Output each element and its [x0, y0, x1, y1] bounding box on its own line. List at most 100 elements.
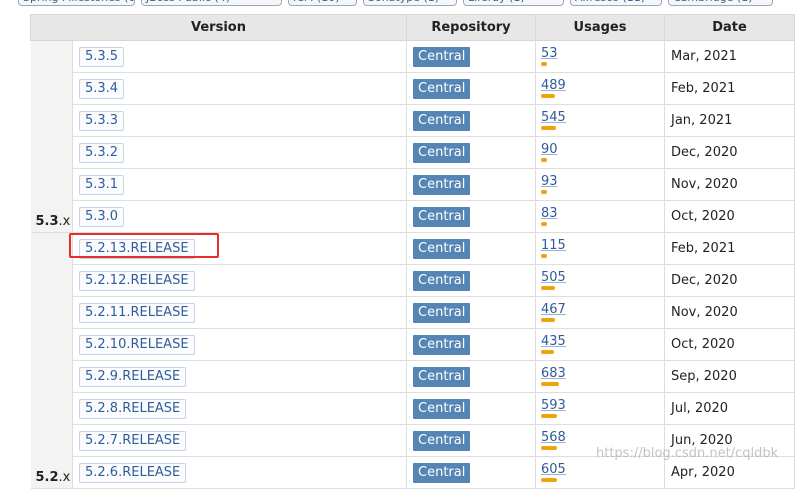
repository-cell: Central [406, 424, 536, 457]
usages-cell: 93 [535, 168, 665, 201]
repository-tab[interactable]: JBoss Public (4) [141, 0, 282, 6]
version-link[interactable]: 5.2.12.RELEASE [79, 270, 195, 291]
repository-cell: Central [406, 136, 536, 169]
version-link[interactable]: 5.2.11.RELEASE [79, 302, 195, 323]
repository-link[interactable]: Central [413, 206, 471, 227]
table-row: 5.2.9.RELEASE Central 683 Sep, 2020 [31, 360, 795, 393]
table-row: 5.2.12.RELEASE Central 505 Dec, 2020 [31, 264, 795, 297]
usage-count-link[interactable]: 593 [541, 399, 658, 412]
version-link[interactable]: 5.2.10.RELEASE [79, 334, 195, 355]
version-link[interactable]: 5.2.9.RELEASE [79, 366, 187, 387]
usage-bar [541, 62, 547, 66]
usage-bar [541, 222, 547, 226]
release-date: Nov, 2020 [664, 168, 795, 201]
table-row: 5.2.10.RELEASE Central 435 Oct, 2020 [31, 328, 795, 361]
version-cell: 5.2.10.RELEASE [72, 328, 407, 361]
release-date: Nov, 2020 [664, 296, 795, 329]
repository-link[interactable]: Central [413, 238, 471, 259]
version-link[interactable]: 5.3.1 [79, 174, 125, 195]
usages-cell: 545 [535, 104, 665, 137]
repository-tab[interactable]: Spring Milestones (0) [18, 0, 135, 6]
version-link[interactable]: 5.2.13.RELEASE [79, 238, 195, 259]
repository-link[interactable]: Central [413, 46, 471, 67]
repository-tab[interactable]: Alfresco (11) [570, 0, 662, 6]
version-link[interactable]: 5.3.0 [79, 206, 125, 227]
usage-bar [541, 446, 557, 450]
repository-link[interactable]: Central [413, 430, 471, 451]
table-row: 5.2.11.RELEASE Central 467 Nov, 2020 [31, 296, 795, 329]
version-cell: 5.2.9.RELEASE [72, 360, 407, 393]
usage-count-link[interactable]: 53 [541, 47, 658, 60]
usage-count-link[interactable]: 83 [541, 207, 658, 220]
version-cell: 5.3.4 [72, 72, 407, 105]
repository-link[interactable]: Central [413, 302, 471, 323]
repository-link[interactable]: Central [413, 334, 471, 355]
table-row: 5.3.0 Central 83 Oct, 2020 [31, 200, 795, 233]
version-cell: 5.2.6.RELEASE [72, 456, 407, 489]
repository-cell: Central [406, 328, 536, 361]
repository-link[interactable]: Central [413, 142, 471, 163]
usages-column-header: Usages [535, 14, 665, 41]
repository-link[interactable]: Central [413, 78, 471, 99]
repository-column-header: Repository [406, 14, 536, 41]
version-link[interactable]: 5.3.2 [79, 142, 125, 163]
repository-link[interactable]: Central [413, 270, 471, 291]
version-cell: 5.2.11.RELEASE [72, 296, 407, 329]
version-cell: 5.2.8.RELEASE [72, 392, 407, 425]
repository-tab[interactable]: ICM (10) [288, 0, 357, 6]
usage-bar [541, 126, 556, 130]
usage-bar [541, 286, 555, 290]
version-cell: 5.3.1 [72, 168, 407, 201]
version-link[interactable]: 5.2.8.RELEASE [79, 398, 187, 419]
repository-link[interactable]: Central [413, 174, 471, 195]
watermark: https://blog.csdn.net/cqldbk [596, 446, 779, 461]
usage-count-link[interactable]: 683 [541, 367, 658, 380]
version-link[interactable]: 5.3.5 [79, 46, 125, 67]
usage-count-link[interactable]: 467 [541, 303, 658, 316]
table-row: 5.3.2 Central 90 Dec, 2020 [31, 136, 795, 169]
repository-link[interactable]: Central [413, 462, 471, 483]
repository-cell: Central [406, 168, 536, 201]
usage-count-link[interactable]: 505 [541, 271, 658, 284]
release-date: Feb, 2021 [664, 72, 795, 105]
usage-count-link[interactable]: 435 [541, 335, 658, 348]
version-link[interactable]: 5.3.4 [79, 78, 125, 99]
repository-cell: Central [406, 296, 536, 329]
table-row: 5.2.x 5.2.13.RELEASE Central 115 Feb, 2021 [30, 232, 795, 489]
repository-tab[interactable]: Sonatype (1) [363, 0, 457, 6]
usage-count-link[interactable]: 115 [541, 239, 658, 252]
repository-link[interactable]: Central [413, 366, 471, 387]
repository-link[interactable]: Central [413, 398, 471, 419]
version-link[interactable]: 5.2.6.RELEASE [79, 462, 187, 483]
version-group-label: 5.3.x [30, 40, 73, 233]
release-date: Sep, 2020 [664, 360, 795, 393]
repository-tabs: Spring Milestones (0) JBoss Public (4) ICM… [0, 0, 800, 8]
version-link[interactable]: 5.2.7.RELEASE [79, 430, 187, 451]
usage-count-link[interactable]: 605 [541, 463, 658, 476]
release-date: Dec, 2020 [664, 136, 795, 169]
table-row: 5.3.3 Central 545 Jan, 2021 [31, 104, 795, 137]
release-date: Mar, 2021 [664, 40, 795, 73]
usage-count-link[interactable]: 545 [541, 111, 658, 124]
usage-count-link[interactable]: 489 [541, 79, 658, 92]
usage-bar [541, 94, 555, 98]
repository-tab[interactable]: Cambridge (1) [668, 0, 773, 6]
usage-count-link[interactable]: 93 [541, 175, 658, 188]
version-cell: 5.3.2 [72, 136, 407, 169]
release-date: Feb, 2021 [664, 232, 795, 265]
table-row: 5.3.x 5.3.5 Central 53 Mar, 2021 [30, 40, 795, 233]
version-cell: 5.3.3 [72, 104, 407, 137]
repository-cell: Central [406, 392, 536, 425]
group-suffix: .x [58, 470, 71, 485]
usages-cell: 593 [535, 392, 665, 425]
version-link[interactable]: 5.3.3 [79, 110, 125, 131]
usage-count-link[interactable]: 90 [541, 143, 658, 156]
repository-link[interactable]: Central [413, 110, 471, 131]
version-cell: 5.3.0 [72, 200, 407, 233]
table-header-row: Version Repository Usages Date [30, 14, 795, 41]
version-column-header: Version [30, 14, 407, 41]
repository-tab[interactable]: Liferay (1) [463, 0, 564, 6]
release-date: Apr, 2020 [664, 456, 795, 489]
repository-cell: Central [406, 456, 536, 489]
usage-count-link[interactable]: 568 [541, 431, 658, 444]
